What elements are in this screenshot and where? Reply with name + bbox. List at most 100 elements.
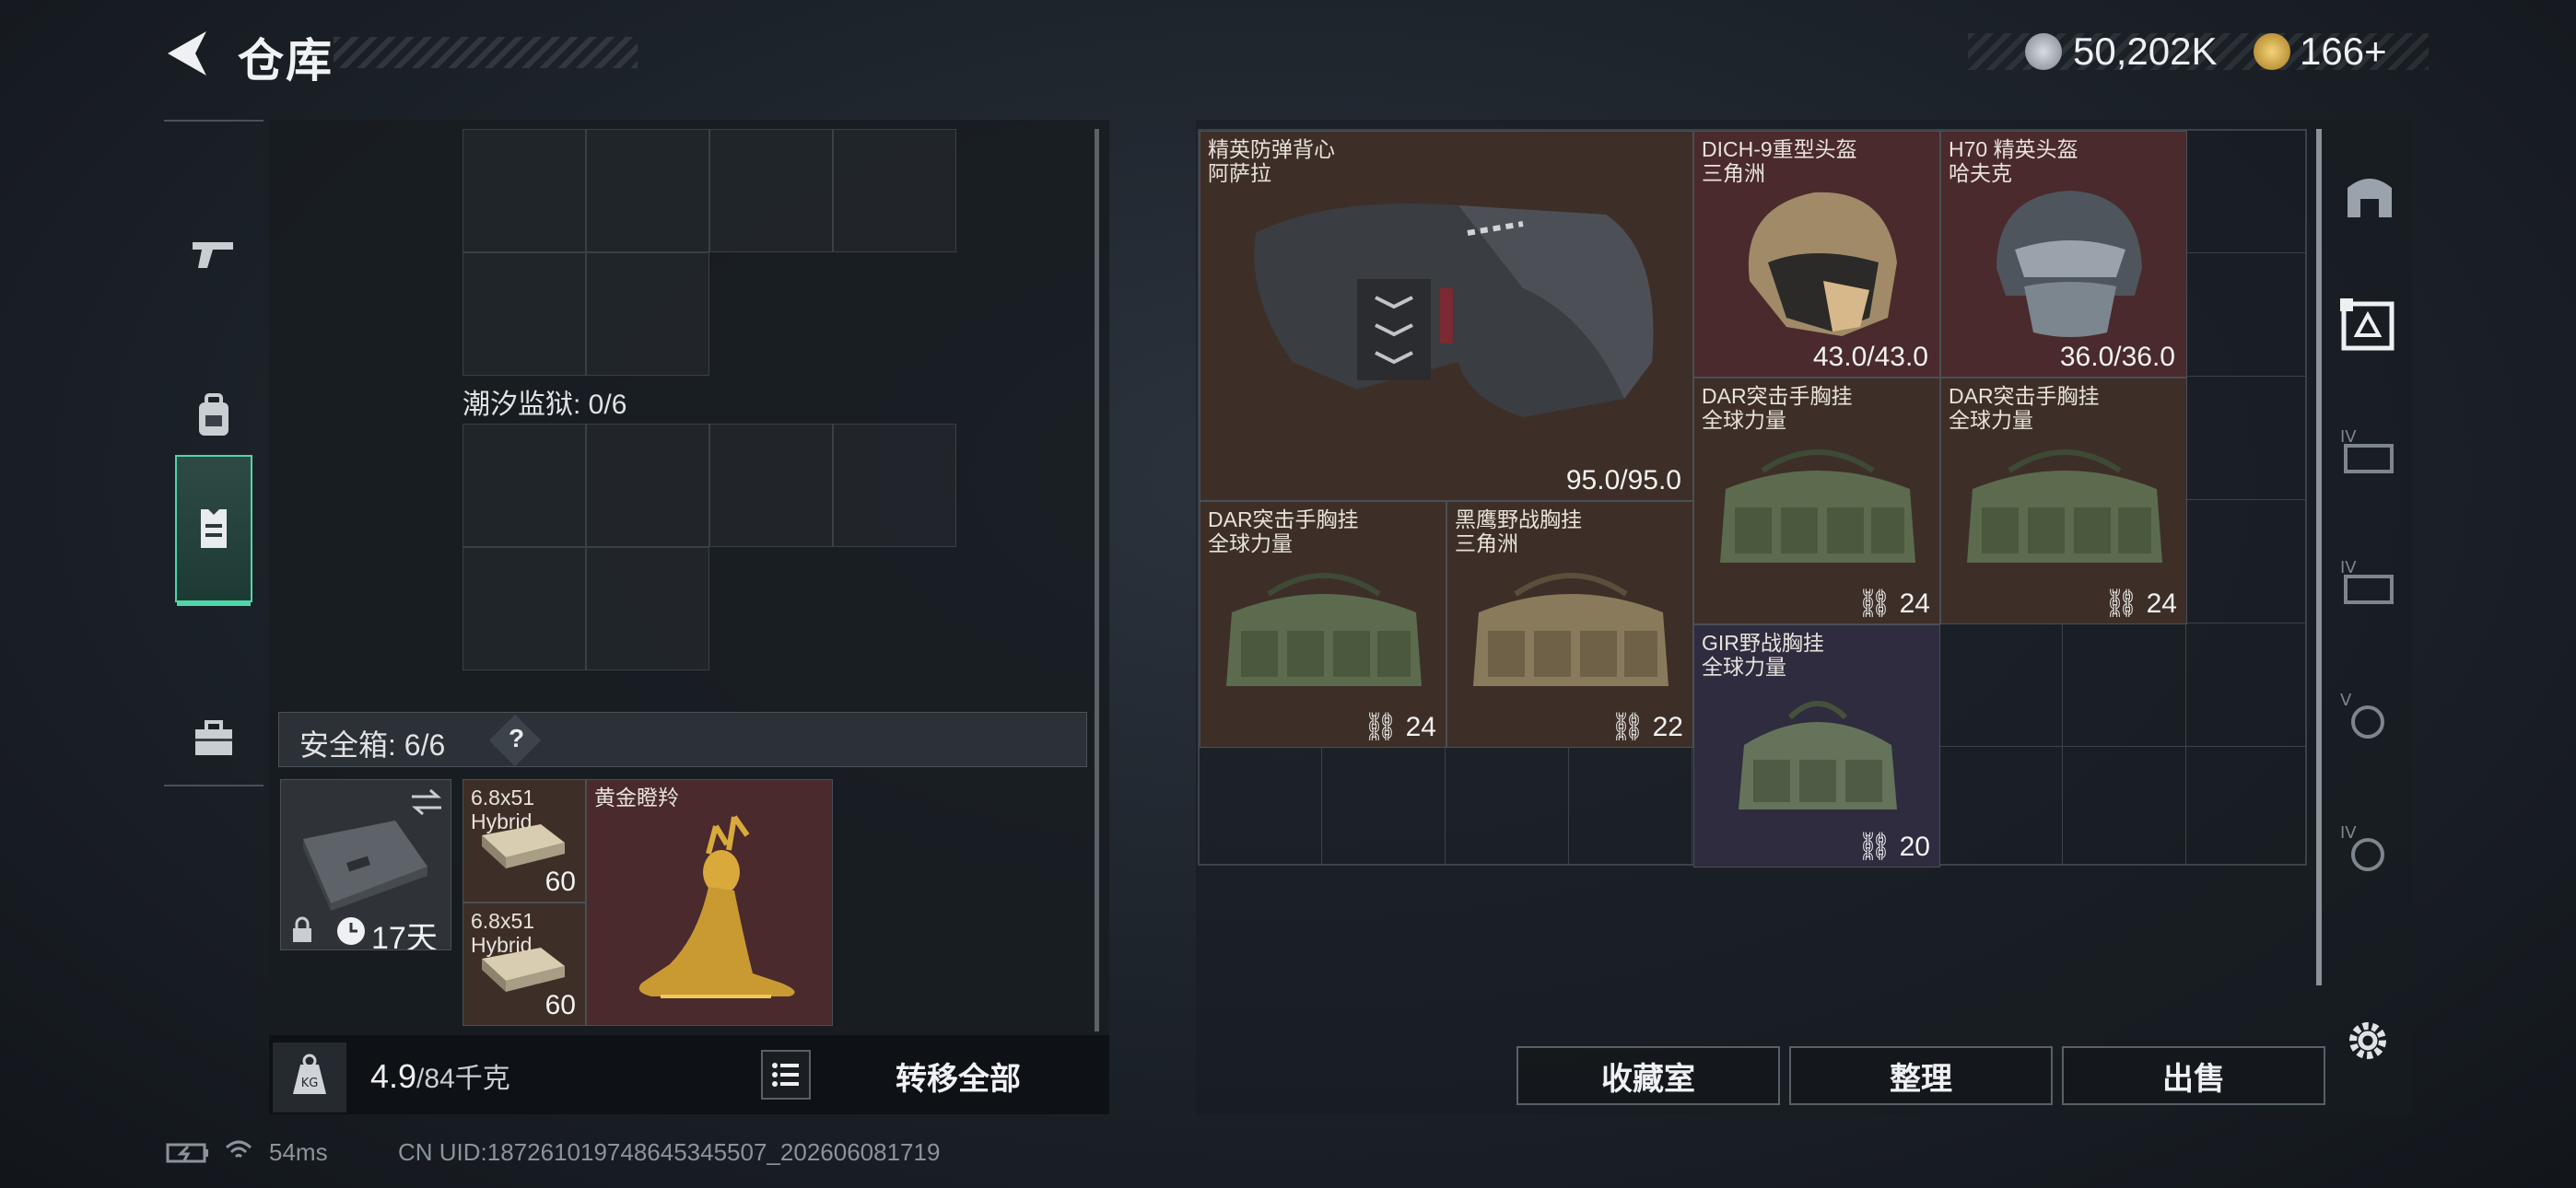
prison-label: 潮汐监狱: 0/6 bbox=[463, 390, 627, 420]
settings-gear-icon[interactable] bbox=[2340, 1013, 2395, 1068]
item-name: DAR突击手胸挂 全球力量 bbox=[1949, 384, 2100, 432]
item-name: 黑鹰野战胸挂 三角洲 bbox=[1455, 507, 1582, 555]
item-value: 24 bbox=[2146, 588, 2177, 619]
item-durability: ⛓ 24 bbox=[2103, 588, 2177, 620]
stash-item[interactable]: GIR野战胸挂 全球力量 ⛓ 20 bbox=[1693, 624, 1940, 868]
case-days: 17天 bbox=[371, 921, 438, 950]
vest-slot[interactable] bbox=[709, 129, 833, 252]
currency-gold[interactable]: 166+ bbox=[2300, 29, 2387, 74]
item-name: DAR突击手胸挂 全球力量 bbox=[1702, 384, 1853, 432]
vest-slot[interactable] bbox=[463, 129, 586, 252]
left-scrollbar[interactable] bbox=[1095, 129, 1099, 1031]
prison-slot[interactable] bbox=[463, 547, 586, 670]
item-durability: ⛓ 24 bbox=[1363, 711, 1436, 743]
ping-label: 54ms bbox=[269, 1138, 328, 1166]
sell-button[interactable]: 出售 bbox=[2062, 1046, 2325, 1105]
stash-item[interactable]: 精英防弹背心 阿萨拉 95.0/95.0 bbox=[1200, 131, 1693, 501]
vest-slot[interactable] bbox=[586, 252, 709, 376]
sort-button[interactable]: 整理 bbox=[1789, 1046, 2053, 1105]
svg-text:IV: IV bbox=[2340, 558, 2357, 577]
weight-capacity: /84千克 bbox=[416, 1064, 510, 1094]
helmet-image bbox=[1996, 191, 2142, 337]
ammo-count: 60 bbox=[544, 867, 576, 897]
tab-vest[interactable] bbox=[175, 455, 252, 606]
stash-item[interactable]: DAR突击手胸挂 全球力量 ⛓ 24 bbox=[1693, 378, 1940, 624]
safe-case-item[interactable]: 17天 bbox=[280, 779, 451, 950]
vest-small-icon: ⛓ bbox=[1610, 712, 1653, 742]
prison-slot[interactable] bbox=[463, 424, 586, 547]
stash-item[interactable]: DAR突击手胸挂 全球力量 ⛓ 24 bbox=[1940, 378, 2187, 624]
collection-room-button[interactable]: 收藏室 bbox=[1516, 1046, 1780, 1105]
tier5-stash-icon[interactable]: V bbox=[2338, 687, 2397, 742]
uid-label: CN UID:187261019748645345507_20260608171… bbox=[398, 1138, 941, 1166]
item-durability: ⛓ 22 bbox=[1610, 711, 1683, 743]
ammo-item[interactable]: 6.8x51 Hybrid 60 bbox=[463, 903, 586, 1026]
safe-box-header: 安全箱: 6/6 ? bbox=[278, 712, 1087, 767]
chest-rig-image bbox=[1473, 573, 1669, 686]
back-arrow-icon[interactable] bbox=[164, 28, 208, 79]
category-sidebar bbox=[164, 120, 263, 786]
list-icon bbox=[772, 1063, 799, 1087]
tier4-stash-icon[interactable]: IV bbox=[2338, 820, 2397, 875]
stash-tabs: IV IV V IV bbox=[2314, 129, 2406, 1059]
prison-slot[interactable] bbox=[586, 424, 709, 547]
ammo-box-image bbox=[482, 948, 565, 992]
case-image bbox=[303, 821, 427, 911]
chest-rig-image bbox=[1967, 449, 2162, 563]
list-view-button[interactable] bbox=[761, 1050, 811, 1100]
svg-text:IV: IV bbox=[2340, 427, 2357, 447]
vest-slot[interactable] bbox=[586, 129, 709, 252]
golden-gazelle-image bbox=[638, 815, 795, 998]
pistol-icon bbox=[193, 242, 233, 268]
item-durability: 95.0/95.0 bbox=[1565, 465, 1681, 495]
item-value: 20 bbox=[1899, 832, 1930, 862]
weight-value: 4.9 bbox=[370, 1057, 417, 1095]
backpack-icon bbox=[199, 393, 228, 436]
home-stash-icon[interactable] bbox=[2342, 168, 2397, 223]
lock-icon bbox=[293, 916, 311, 942]
item-value: 24 bbox=[1899, 588, 1930, 619]
prison-slot[interactable] bbox=[709, 424, 833, 547]
safe-box-label: 安全箱: 6/6 bbox=[299, 728, 446, 762]
clock-icon bbox=[337, 917, 365, 945]
svg-text:V: V bbox=[2340, 691, 2352, 710]
chest-rig-image bbox=[1720, 449, 1915, 563]
stash-item[interactable]: DAR突击手胸挂 全球力量 ⛓ 24 bbox=[1200, 501, 1446, 748]
item-name: GIR野战胸挂 全球力量 bbox=[1702, 631, 1824, 679]
toolbox-icon bbox=[195, 720, 232, 755]
weight-icon: KG bbox=[293, 1054, 326, 1094]
item-durability: 36.0/36.0 bbox=[2059, 342, 2175, 372]
transfer-all-button[interactable]: 转移全部 bbox=[866, 1054, 1050, 1099]
tab-weapons[interactable] bbox=[175, 181, 252, 329]
silver-coin-icon bbox=[2025, 33, 2062, 70]
ammo-box-image bbox=[482, 824, 565, 868]
body-armor-image bbox=[1254, 204, 1654, 417]
gazelle-name: 黄金瞪羚 bbox=[594, 786, 679, 809]
vest-slot[interactable] bbox=[833, 129, 956, 252]
gold-coin-icon bbox=[2254, 33, 2290, 70]
tier4-stash-icon[interactable]: IV bbox=[2338, 424, 2397, 479]
prison-slot[interactable] bbox=[833, 424, 956, 547]
gear-stash-icon[interactable] bbox=[2338, 295, 2397, 354]
stash-item[interactable]: H70 精英头盔 哈夫克 36.0/36.0 bbox=[1940, 131, 2187, 378]
item-name: DAR突击手胸挂 全球力量 bbox=[1208, 507, 1359, 555]
ammo-item[interactable]: 6.8x51 Hybrid 60 bbox=[463, 779, 586, 903]
tier4-stash-icon[interactable]: IV bbox=[2338, 554, 2397, 610]
tab-toolbox[interactable] bbox=[175, 665, 252, 812]
page-title: 仓库 bbox=[238, 35, 334, 87]
vest-small-icon: ⛓ bbox=[1856, 588, 1900, 619]
stash-item[interactable]: DICH-9重型头盔 三角洲 43.0/43.0 bbox=[1693, 131, 1940, 378]
battery-icon bbox=[166, 1143, 208, 1163]
chest-rig-image bbox=[1226, 573, 1422, 686]
item-name: DICH-9重型头盔 三角洲 bbox=[1702, 137, 1857, 185]
vest-small-icon: ⛓ bbox=[2103, 588, 2147, 619]
help-mark: ? bbox=[509, 724, 525, 752]
golden-gazelle-item[interactable]: 黄金瞪羚 bbox=[586, 779, 833, 1026]
vest-slot[interactable] bbox=[463, 252, 586, 376]
swap-icon[interactable] bbox=[408, 787, 445, 817]
prison-slot[interactable] bbox=[586, 547, 709, 670]
currency-silver: 50,202K bbox=[2073, 29, 2218, 73]
item-durability: 43.0/43.0 bbox=[1812, 342, 1928, 372]
stash-item[interactable]: 黑鹰野战胸挂 三角洲 ⛓ 22 bbox=[1446, 501, 1693, 748]
chest-rig-image bbox=[1739, 701, 1897, 809]
